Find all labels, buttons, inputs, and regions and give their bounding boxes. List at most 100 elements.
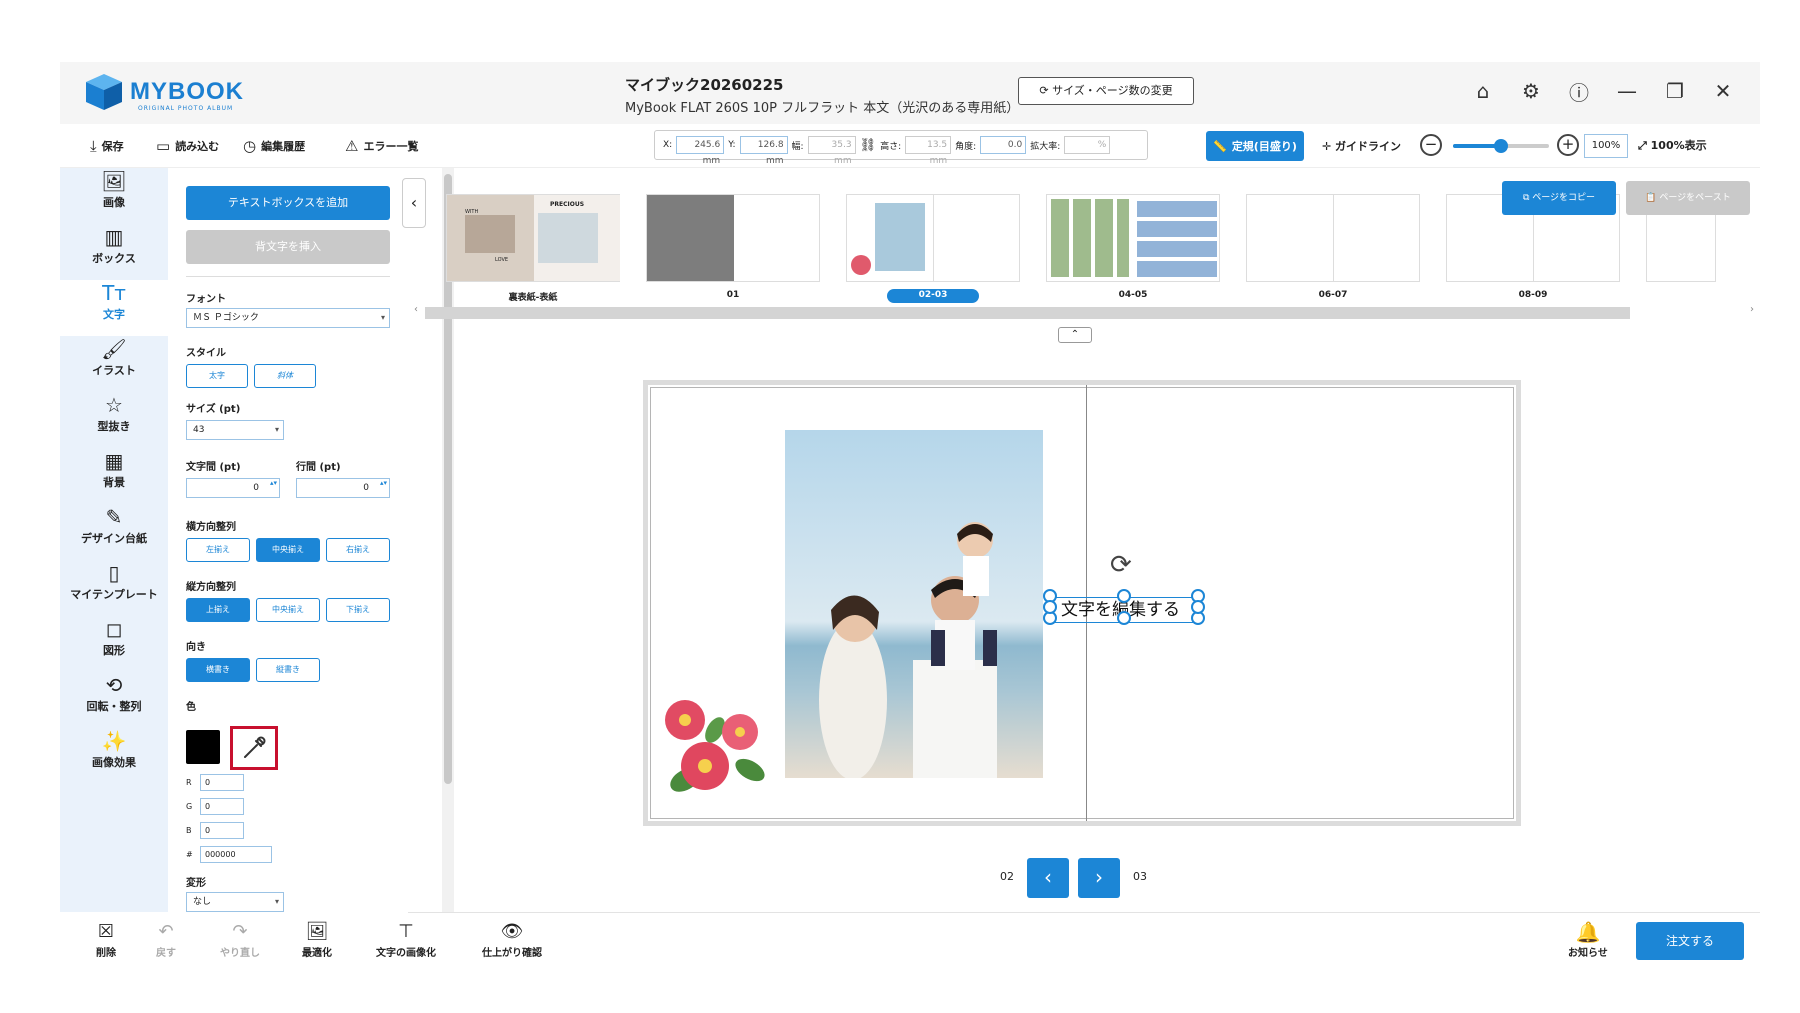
cover-precious-text: PRECIOUS <box>550 201 585 208</box>
next-page-button[interactable]: › <box>1078 858 1120 898</box>
line-spacing-stepper[interactable]: 0 <box>296 478 390 498</box>
rail-item-box[interactable]: ▥ ボックス <box>60 224 168 280</box>
resize-handle[interactable] <box>1117 589 1131 603</box>
size-page-change-button[interactable]: ⟳ サイズ・ページ数の変更 <box>1018 77 1194 105</box>
rail-label: 背景 <box>103 476 125 489</box>
right-page-number: 03 <box>1133 870 1147 883</box>
collapse-strip-button[interactable]: ⌃ <box>1058 327 1092 343</box>
thumbnail-02-03[interactable] <box>846 194 1020 282</box>
save-label: 保存 <box>101 140 124 153</box>
gear-icon[interactable]: ⚙ <box>1518 78 1544 104</box>
cover-front-photo <box>538 213 598 263</box>
close-icon[interactable]: ✕ <box>1710 78 1736 104</box>
char-spacing-stepper[interactable]: 0 <box>186 478 280 498</box>
eyedropper-button[interactable] <box>230 726 278 770</box>
family-photo[interactable] <box>785 430 1043 778</box>
rail-item-my-template[interactable]: ▯ マイテンプレート <box>60 560 168 616</box>
horizontal-writing-button[interactable]: 横書き <box>186 658 250 682</box>
thumbnail-06-07[interactable] <box>1246 194 1420 282</box>
rail-item-shape[interactable]: ◻ 図形 <box>60 616 168 672</box>
copy-page-button[interactable]: ⧉ ページをコピー <box>1502 181 1616 215</box>
align-center-button[interactable]: 中央揃え <box>256 538 320 562</box>
italic-button[interactable]: 斜体 <box>254 364 316 388</box>
rotate-handle-icon[interactable]: ⟳ <box>1110 550 1132 580</box>
history-label: 編集履歴 <box>261 140 306 153</box>
history-button[interactable]: ◷ 編集履歴 <box>243 137 305 155</box>
error-list-label: エラー一覧 <box>363 140 419 153</box>
style-label: スタイル <box>186 348 226 359</box>
ruler-label: 定規(目盛り) <box>1231 140 1297 153</box>
redo-button: ↷ やり直し <box>220 920 260 959</box>
prev-page-button[interactable]: ‹ <box>1027 858 1069 898</box>
error-list-button[interactable]: ⚠ エラー一覧 <box>345 137 418 155</box>
thumbnail-cover[interactable]: WITH LOVE PRECIOUS <box>446 194 620 282</box>
b-field[interactable]: 0 <box>200 822 244 839</box>
y-field[interactable]: 126.8 mm <box>739 136 788 166</box>
resize-handle[interactable] <box>1191 600 1205 614</box>
zoom-out-icon[interactable]: − <box>1420 134 1442 156</box>
align-right-button[interactable]: 右揃え <box>326 538 390 562</box>
text-to-image-button[interactable]: ⊤ 文字の画像化 <box>376 920 436 959</box>
rail-item-image-effect[interactable]: ✨ 画像効果 <box>60 728 168 784</box>
align-left-button[interactable]: 左揃え <box>186 538 250 562</box>
size-select[interactable]: 43 <box>186 420 284 440</box>
thumbnail-scrollbar[interactable] <box>425 307 1630 319</box>
thumb-fold <box>933 195 934 281</box>
thumbnail-04-05[interactable] <box>1046 194 1220 282</box>
chevron-up-icon: ⌃ <box>1070 329 1080 340</box>
rail-item-rotate-align[interactable]: ⟲ 回転・整列 <box>60 672 168 728</box>
r-field[interactable]: 0 <box>200 774 244 791</box>
line-spacing-label: 行間 (pt) <box>296 462 341 473</box>
resize-handle[interactable] <box>1117 611 1131 625</box>
preview-button[interactable]: 👁 仕上がり確認 <box>482 920 542 959</box>
zoom-slider[interactable] <box>1453 139 1549 153</box>
vertical-writing-button[interactable]: 縦書き <box>256 658 320 682</box>
optimize-button[interactable]: 🖼 最適化 <box>302 920 332 959</box>
hex-field[interactable]: 000000 <box>200 846 272 863</box>
load-button[interactable]: ▭ 読み込む <box>156 137 219 155</box>
add-textbox-button[interactable]: テキストボックスを追加 <box>186 186 390 220</box>
page-01-gray <box>647 195 734 281</box>
direction-label: 向き <box>186 642 206 653</box>
restore-icon[interactable]: ❐ <box>1662 78 1688 104</box>
rail-item-illust[interactable]: 🖌 イラスト <box>60 336 168 392</box>
minimize-icon[interactable]: — <box>1614 78 1640 104</box>
align-bottom-button[interactable]: 下揃え <box>326 598 390 622</box>
ruler-toggle-button[interactable]: 📏 定規(目盛り) <box>1206 131 1304 161</box>
angle-field[interactable]: 0.0 <box>980 136 1027 154</box>
thumbnail-01[interactable] <box>646 194 820 282</box>
delete-button[interactable]: ☒ 削除 <box>96 920 116 959</box>
rail-item-cutout[interactable]: ☆ 型抜き <box>60 392 168 448</box>
rail-item-text[interactable]: Tт 文字 <box>60 280 168 336</box>
font-select[interactable]: ＭＳ Ｐゴシック <box>186 308 390 328</box>
order-button[interactable]: 注文する <box>1636 922 1744 960</box>
paste-icon: 📋 <box>1645 193 1660 203</box>
notification-button[interactable]: 🔔 お知らせ <box>1568 920 1608 959</box>
collapse-panel-button[interactable]: ‹ <box>402 178 426 228</box>
rail-item-background[interactable]: ▦ 背景 <box>60 448 168 504</box>
zoom-in-icon[interactable]: + <box>1557 134 1579 156</box>
rail-item-design-mount[interactable]: ✎ デザイン台紙 <box>60 504 168 560</box>
guideline-button[interactable]: ✛ ガイドライン <box>1322 138 1401 154</box>
save-button[interactable]: ⤓ 保存 <box>90 137 124 155</box>
align-middle-button[interactable]: 中央揃え <box>256 598 320 622</box>
color-swatch[interactable] <box>186 730 220 764</box>
rail-item-image[interactable]: 🖼 画像 <box>60 168 168 224</box>
g-field[interactable]: 0 <box>200 798 244 815</box>
scroll-left-icon[interactable]: ‹ <box>414 304 418 315</box>
scroll-right-icon[interactable]: › <box>1750 304 1754 315</box>
x-field[interactable]: 245.6 mm <box>676 136 725 166</box>
zoom-slider-knob[interactable] <box>1494 139 1508 153</box>
redo-label: やり直し <box>220 948 260 959</box>
thumbnail-label: 06-07 <box>1318 290 1348 300</box>
zoom-input[interactable]: 100% <box>1584 134 1628 158</box>
transform-select[interactable]: なし <box>186 892 284 912</box>
resize-handle[interactable] <box>1043 600 1057 614</box>
bold-button[interactable]: 太字 <box>186 364 248 388</box>
link-icon[interactable]: ⛓ <box>860 138 877 153</box>
eye-icon: 👁 <box>500 921 524 942</box>
help-icon[interactable]: ⓘ <box>1566 78 1592 105</box>
align-top-button[interactable]: 上揃え <box>186 598 250 622</box>
home-icon[interactable]: ⌂ <box>1470 78 1496 104</box>
fit-100-button[interactable]: ⤢ 100%表示 <box>1638 137 1707 153</box>
